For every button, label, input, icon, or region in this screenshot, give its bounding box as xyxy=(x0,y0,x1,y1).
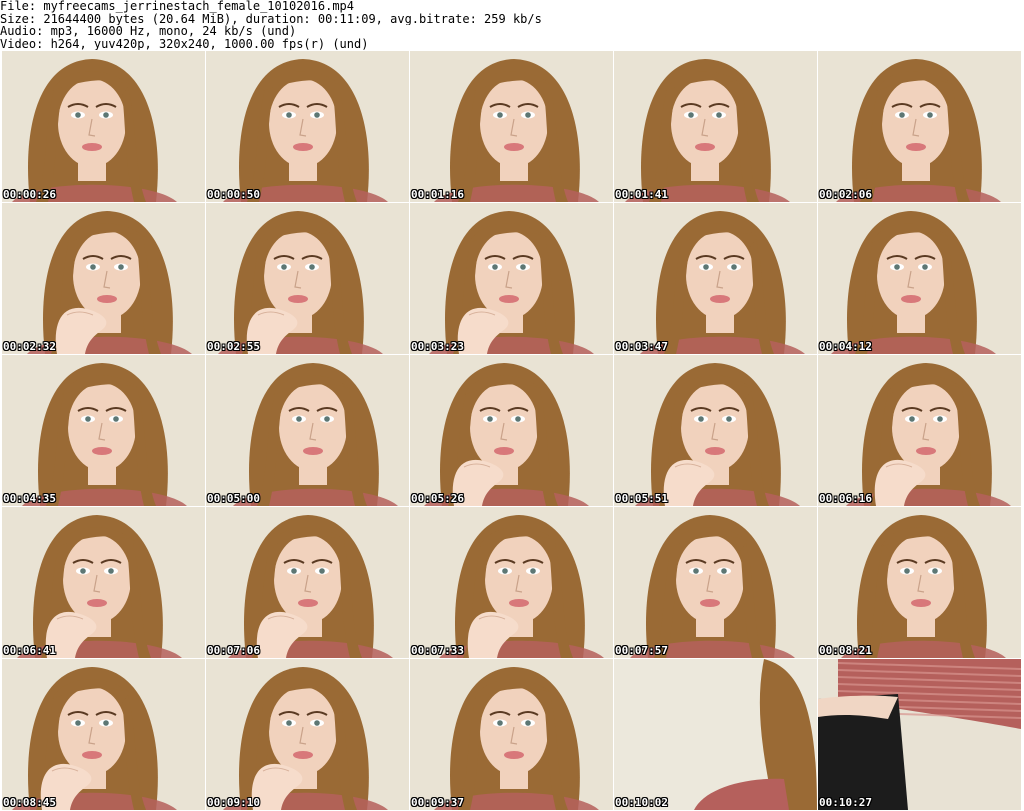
frame-timestamp: 00:02:32 xyxy=(3,340,56,353)
frame-image xyxy=(818,659,1021,810)
frame-timestamp: 00:09:37 xyxy=(411,796,464,809)
frame-timestamp: 00:09:10 xyxy=(207,796,260,809)
video-frame-thumbnail: 00:02:55 xyxy=(206,203,409,354)
file-name-line: File: myfreecams_jerrinestach_female_101… xyxy=(0,0,355,13)
video-frame-thumbnail: 00:08:21 xyxy=(818,507,1021,658)
frame-timestamp: 00:00:26 xyxy=(3,188,56,201)
frame-timestamp: 00:07:57 xyxy=(615,644,668,657)
frame-image xyxy=(206,203,409,354)
video-frame-thumbnail: 00:02:32 xyxy=(2,203,205,354)
video-frame-thumbnail: 00:10:27 xyxy=(818,659,1021,810)
video-frame-thumbnail: 00:03:23 xyxy=(410,203,613,354)
thumbnail-grid: 00:00:26 00:00:50 00:01:16 00:01:41 00:02:06… xyxy=(2,51,1022,811)
frame-image xyxy=(818,355,1021,506)
video-frame-thumbnail: 00:09:37 xyxy=(410,659,613,810)
video-frame-thumbnail: 00:06:41 xyxy=(2,507,205,658)
video-frame-thumbnail: 00:04:35 xyxy=(2,355,205,506)
frame-timestamp: 00:05:00 xyxy=(207,492,260,505)
video-frame-thumbnail: 00:07:33 xyxy=(410,507,613,658)
video-frame-thumbnail: 00:00:26 xyxy=(2,51,205,202)
video-frame-thumbnail: 00:08:45 xyxy=(2,659,205,810)
frame-image xyxy=(2,51,205,202)
frame-timestamp: 00:02:55 xyxy=(207,340,260,353)
video-frame-thumbnail: 00:07:57 xyxy=(614,507,817,658)
frame-timestamp: 00:10:27 xyxy=(819,796,872,809)
frame-image xyxy=(2,203,205,354)
video-frame-thumbnail: 00:04:12 xyxy=(818,203,1021,354)
frame-image xyxy=(410,51,613,202)
frame-timestamp: 00:03:47 xyxy=(615,340,668,353)
frame-timestamp: 00:05:26 xyxy=(411,492,464,505)
video-frame-thumbnail: 00:10:02 xyxy=(614,659,817,810)
frame-timestamp: 00:06:41 xyxy=(3,644,56,657)
frame-image xyxy=(206,51,409,202)
frame-timestamp: 00:01:41 xyxy=(615,188,668,201)
frame-image xyxy=(206,659,409,810)
frame-image xyxy=(614,355,817,506)
video-info-line: Video: h264, yuv420p, 320x240, 1000.00 f… xyxy=(0,37,369,51)
frame-timestamp: 00:07:33 xyxy=(411,644,464,657)
file-size-line: Size: 21644400 bytes (20.64 MiB), durati… xyxy=(0,12,542,26)
frame-timestamp: 00:08:21 xyxy=(819,644,872,657)
video-frame-thumbnail: 00:07:06 xyxy=(206,507,409,658)
audio-info-line: Audio: mp3, 16000 Hz, mono, 24 kb/s (und… xyxy=(0,25,297,38)
video-frame-thumbnail: 00:09:10 xyxy=(206,659,409,810)
frame-image xyxy=(2,355,205,506)
frame-timestamp: 00:04:35 xyxy=(3,492,56,505)
frame-image xyxy=(2,659,205,810)
file-info-header: File: myfreecams_jerrinestach_female_101… xyxy=(0,0,1024,50)
frame-timestamp: 00:03:23 xyxy=(411,340,464,353)
frame-timestamp: 00:01:16 xyxy=(411,188,464,201)
frame-timestamp: 00:07:06 xyxy=(207,644,260,657)
video-frame-thumbnail: 00:03:47 xyxy=(614,203,817,354)
frame-image xyxy=(614,51,817,202)
frame-image xyxy=(614,203,817,354)
frame-image xyxy=(206,507,409,658)
frame-image xyxy=(410,355,613,506)
frame-timestamp: 00:05:51 xyxy=(615,492,668,505)
frame-image xyxy=(410,507,613,658)
video-frame-thumbnail: 00:01:16 xyxy=(410,51,613,202)
video-frame-thumbnail: 00:05:00 xyxy=(206,355,409,506)
frame-timestamp: 00:02:06 xyxy=(819,188,872,201)
frame-image xyxy=(614,659,817,810)
frame-image xyxy=(818,507,1021,658)
frame-image xyxy=(2,507,205,658)
frame-image xyxy=(206,355,409,506)
frame-timestamp: 00:04:12 xyxy=(819,340,872,353)
frame-timestamp: 00:06:16 xyxy=(819,492,872,505)
video-frame-thumbnail: 00:05:51 xyxy=(614,355,817,506)
frame-image xyxy=(614,507,817,658)
video-frame-thumbnail: 00:05:26 xyxy=(410,355,613,506)
frame-image xyxy=(410,659,613,810)
frame-image xyxy=(818,51,1021,202)
video-frame-thumbnail: 00:00:50 xyxy=(206,51,409,202)
video-frame-thumbnail: 00:06:16 xyxy=(818,355,1021,506)
frame-timestamp: 00:10:02 xyxy=(615,796,668,809)
video-frame-thumbnail: 00:01:41 xyxy=(614,51,817,202)
frame-image xyxy=(410,203,613,354)
frame-image xyxy=(818,203,1021,354)
video-frame-thumbnail: 00:02:06 xyxy=(818,51,1021,202)
frame-timestamp: 00:00:50 xyxy=(207,188,260,201)
frame-timestamp: 00:08:45 xyxy=(3,796,56,809)
